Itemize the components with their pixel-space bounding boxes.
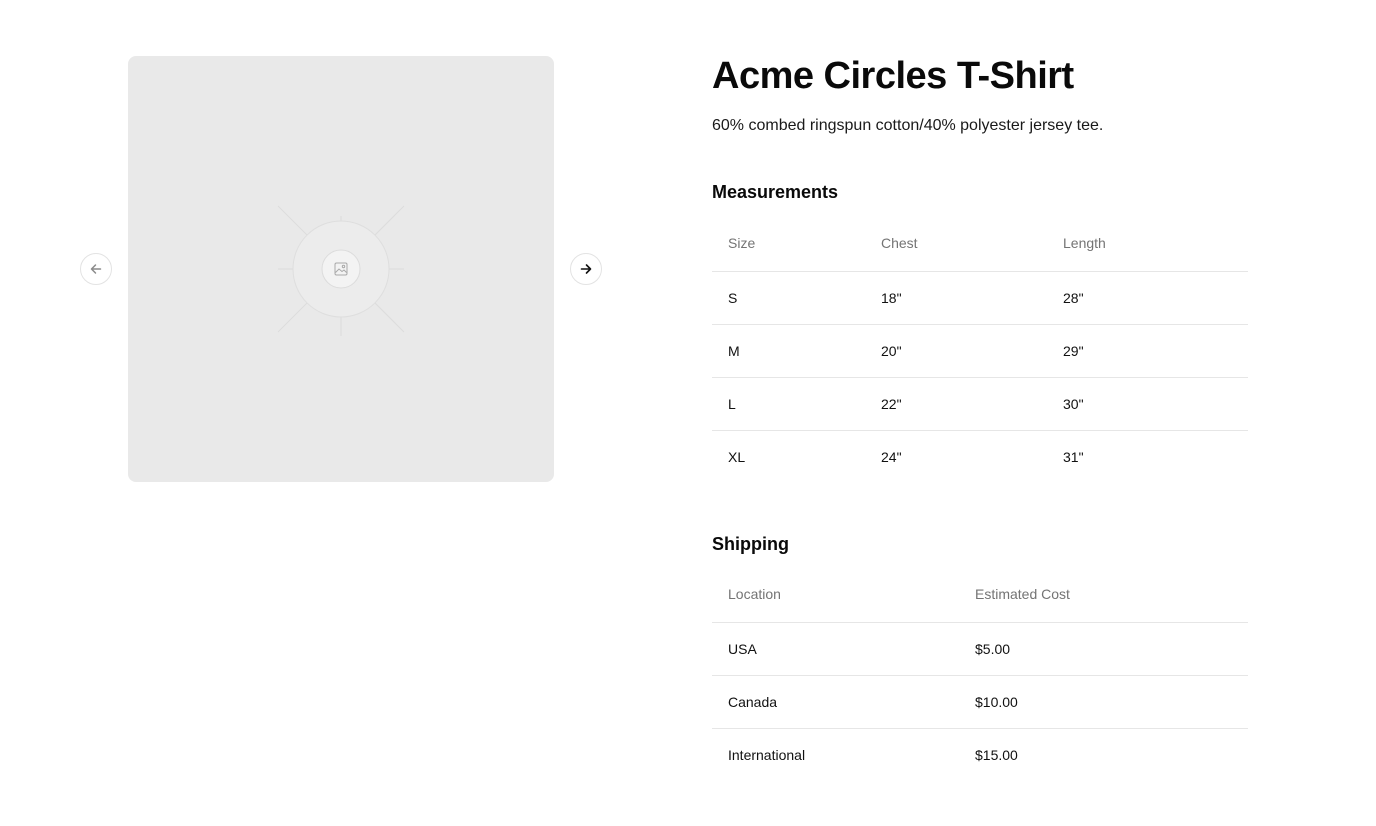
shipping-table: Location Estimated Cost USA $5.00 Canada…: [712, 567, 1248, 781]
location-cell: International: [728, 746, 806, 763]
table-row: S 18" 28": [712, 271, 1248, 325]
product-details: Acme Circles T-Shirt 60% combed ringspun…: [712, 56, 1248, 781]
chest-cell: 24": [881, 448, 902, 465]
size-cell: XL: [728, 448, 746, 465]
table-row: Canada $10.00: [712, 675, 1248, 729]
previous-image-button[interactable]: [80, 253, 112, 285]
length-cell: 29": [1047, 324, 1248, 378]
image-placeholder-graphic: [277, 205, 405, 336]
size-cell: M: [712, 324, 865, 378]
table-row: M 20" 29": [712, 324, 1248, 378]
cost-cell: $10.00: [959, 675, 1248, 729]
length-cell: 31": [1063, 448, 1084, 465]
column-header-estimated-cost: Estimated Cost: [959, 567, 1248, 623]
table-header-row: Location Estimated Cost: [712, 567, 1248, 623]
chest-cell: 22": [865, 377, 1047, 431]
chest-cell: 20": [865, 324, 1047, 378]
chest-cell: 18": [865, 271, 1047, 325]
arrow-left-icon: [90, 264, 102, 274]
table-header-row: Size Chest Length: [712, 216, 1248, 272]
column-header-size: Size: [712, 216, 865, 272]
product-title: Acme Circles T-Shirt: [712, 55, 1074, 97]
measurements-heading: Measurements: [712, 182, 839, 202]
table-row: International $15.00: [712, 728, 1248, 781]
next-image-button[interactable]: [570, 253, 602, 285]
location-cell: USA: [712, 622, 959, 676]
shipping-heading: Shipping: [712, 534, 789, 554]
product-description: 60% combed ringspun cotton/40% polyester…: [712, 117, 1104, 134]
product-page: Acme Circles T-Shirt 60% combed ringspun…: [0, 0, 1376, 826]
location-cell: Canada: [712, 675, 959, 729]
length-cell: 28": [1047, 271, 1248, 325]
arrow-right-icon: [580, 264, 592, 274]
table-row: XL 24" 31": [712, 430, 1248, 483]
size-cell: S: [712, 271, 865, 325]
table-row: USA $5.00: [712, 622, 1248, 676]
column-header-length: Length: [1047, 216, 1248, 272]
table-row: L 22" 30": [712, 377, 1248, 431]
column-header-location: Location: [712, 567, 959, 623]
cost-cell: $5.00: [959, 622, 1248, 676]
length-cell: 30": [1047, 377, 1248, 431]
column-header-chest: Chest: [865, 216, 1047, 272]
measurements-table: Size Chest Length S 18" 28" M 20" 29" L: [712, 216, 1248, 483]
size-cell: L: [712, 377, 865, 431]
product-gallery: [80, 56, 602, 482]
product-image: [128, 56, 554, 482]
cost-cell: $15.00: [975, 746, 1018, 763]
